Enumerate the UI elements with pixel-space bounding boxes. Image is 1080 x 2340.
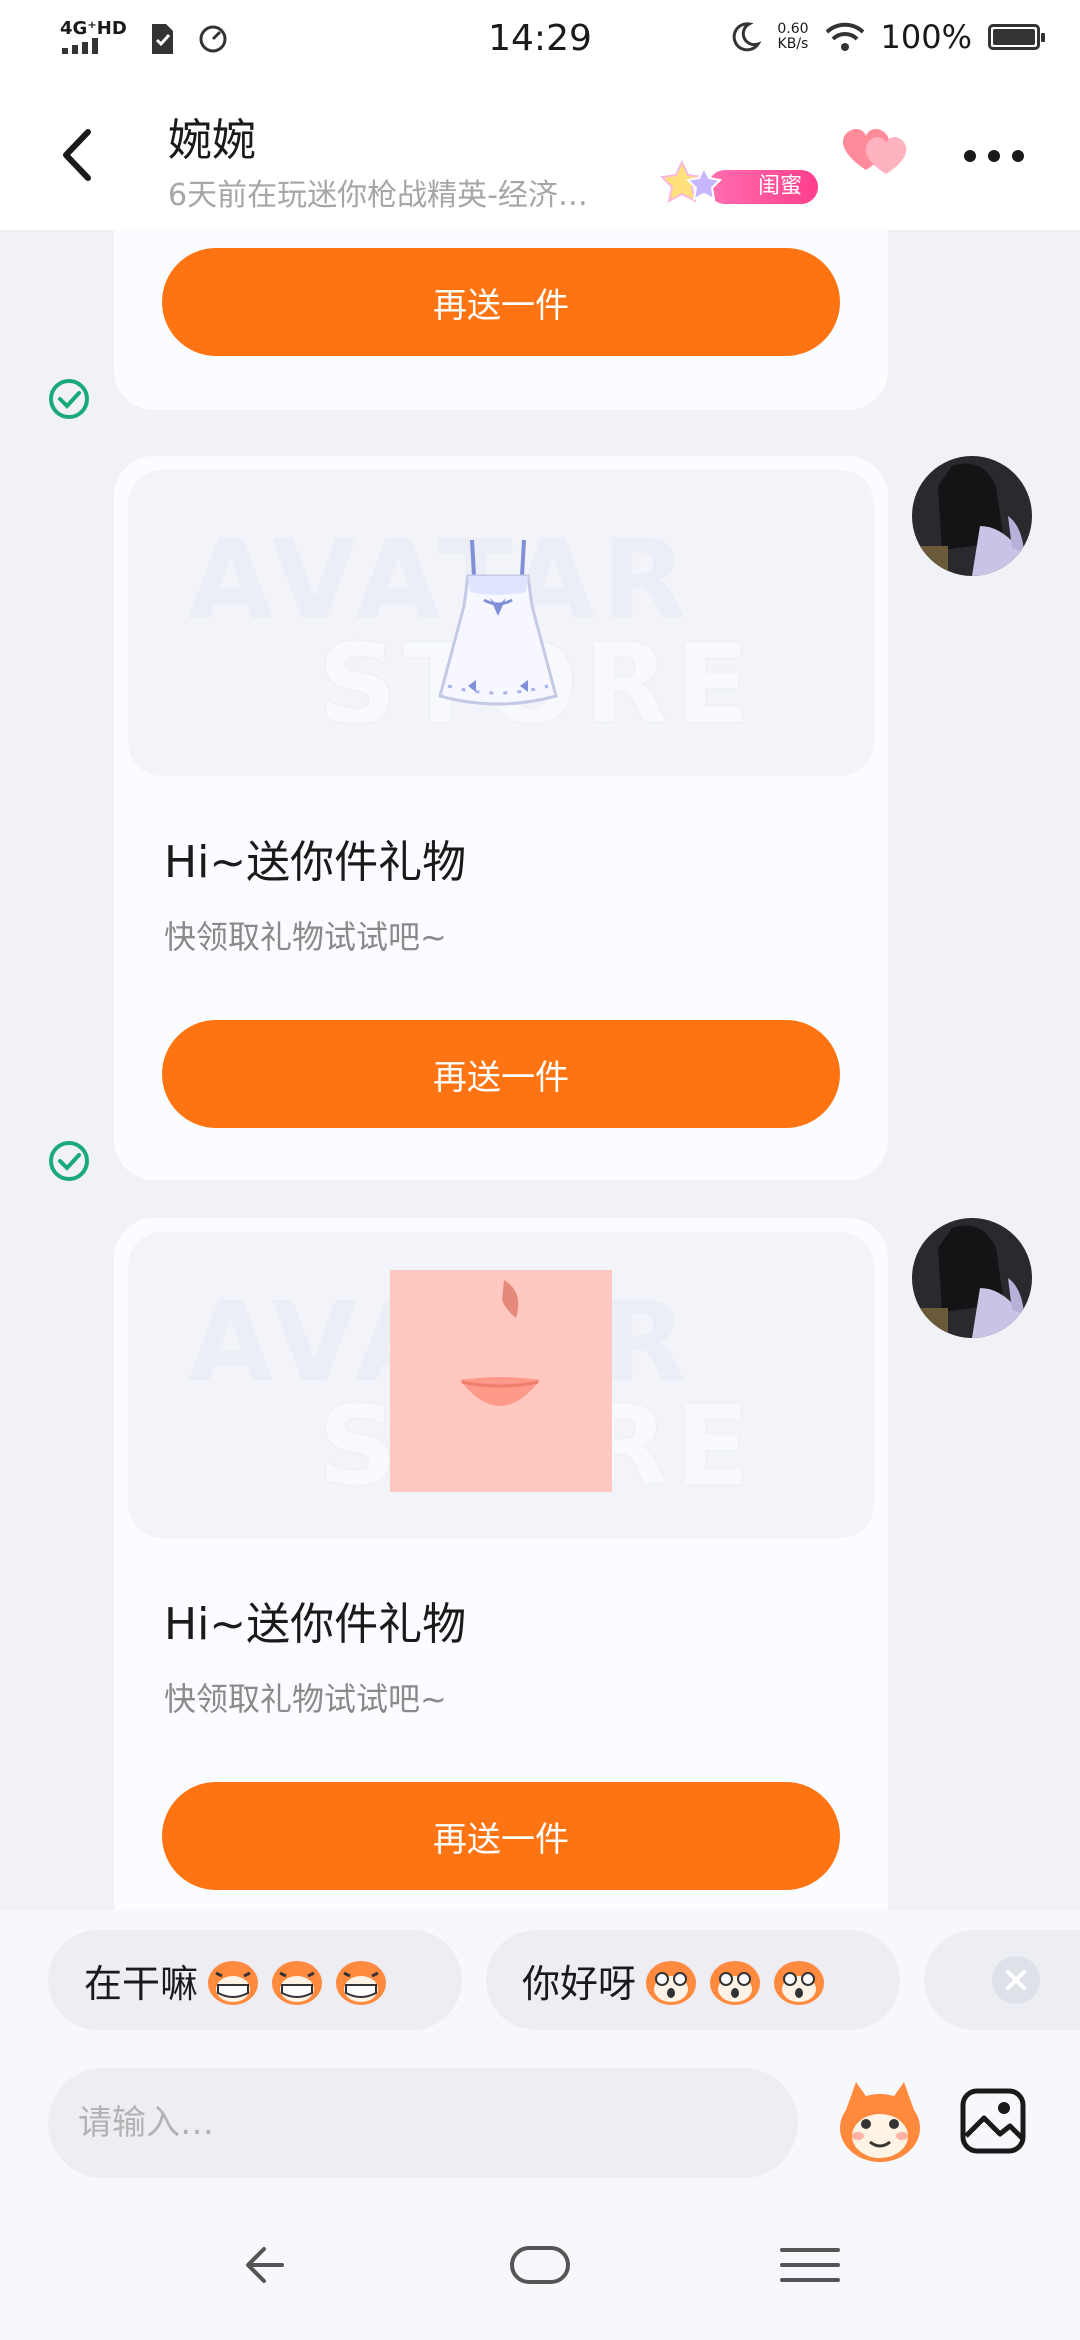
face-mouth-image [390, 1270, 612, 1492]
send-again-button[interactable]: 再送一件 [162, 1020, 840, 1128]
nav-back-icon[interactable] [232, 2230, 312, 2300]
avatar[interactable] [912, 456, 1032, 576]
gift-subtitle: 快领取礼物试试吧~ [164, 918, 447, 956]
back-arrow-icon[interactable] [50, 120, 110, 190]
grinning-squirrel-icon [208, 1961, 259, 2005]
check-circle-icon [49, 1141, 89, 1181]
relation-badge[interactable]: 闺蜜 [660, 158, 820, 208]
status-bar: 4G⁺HD 14:29 0.60 KB/s 100% [0, 0, 1080, 80]
quick-reply-text: 你好呀 [522, 1961, 637, 2006]
gift-title: Hi~送你件礼物 [164, 1599, 467, 1650]
contact-presence: 6天前在玩迷你枪战精英-经济… [168, 178, 588, 213]
dot [964, 150, 976, 162]
moon-icon [733, 22, 762, 52]
squirrel-emoji-icon[interactable] [832, 2072, 928, 2168]
wifi-icon [825, 22, 864, 51]
grinning-squirrel-icon [336, 1961, 387, 2005]
battery-percent: 100% [880, 18, 972, 56]
status-right: 0.60 KB/s 100% [727, 18, 1045, 56]
gift-card: 再送一件 [114, 230, 888, 410]
grinning-squirrel-icon [272, 1961, 323, 2005]
image-icon[interactable] [958, 2086, 1028, 2156]
avatar-photo [912, 456, 1032, 576]
check-circle-icon [49, 379, 89, 419]
quick-reply-chip[interactable]: 你好呀 [486, 1930, 900, 2030]
nav-home-icon[interactable] [500, 2230, 580, 2300]
quick-reply-text: 在干嘛 [84, 1961, 199, 2006]
gift-title: Hi~送你件礼物 [164, 837, 467, 888]
system-nav-bar [0, 2190, 1080, 2340]
gift-card: AVATAR STORE Hi~送你件礼物 快领取礼物试试吧~ 再送一件 [114, 456, 888, 1180]
dot [1012, 150, 1024, 162]
surprised-squirrel-icon [774, 1961, 825, 2005]
speed-value: 0.60 [777, 21, 809, 37]
dot [988, 150, 1000, 162]
more-dots-icon[interactable] [964, 150, 1024, 166]
network-speed: 0.60 KB/s [777, 22, 808, 52]
chat-messages[interactable]: 再送一件 AVATAR STORE Hi~送你件礼物 快领取礼物试试吧~ 再送一… [0, 230, 1080, 1910]
speed-unit: KB/s [777, 36, 809, 52]
surprised-squirrel-icon [646, 1961, 697, 2005]
nav-menu-icon[interactable] [770, 2230, 850, 2300]
contact-name[interactable]: 婉婉 [168, 104, 256, 168]
gift-card: AVATAR STORE Hi~送你件礼物 快领取礼物试试吧~ 再送一件 [114, 1218, 888, 1910]
white-dress-image [438, 539, 558, 706]
send-again-button[interactable]: 再送一件 [162, 1782, 840, 1890]
battery-icon [988, 24, 1045, 50]
quick-reply-chip[interactable]: 在干嘛 [48, 1930, 462, 2030]
gift-preview[interactable]: AVATAR STORE [128, 1232, 874, 1538]
chat-header: 婉婉 6天前在玩迷你枪战精英-经济… 闺蜜 [0, 80, 1080, 230]
intimacy-hearts-icon[interactable] [838, 120, 916, 182]
surprised-squirrel-icon [710, 1961, 761, 2005]
gift-subtitle: 快领取礼物试试吧~ [164, 1680, 447, 1718]
star-friends-icon [660, 159, 723, 203]
close-icon[interactable] [992, 1956, 1040, 2004]
gift-preview[interactable]: AVATAR STORE [128, 470, 874, 776]
send-again-button[interactable]: 再送一件 [162, 248, 840, 356]
quick-replies: 在干嘛 你好呀 [0, 1910, 1080, 2050]
avatar-photo [912, 1218, 1032, 1338]
message-input[interactable] [48, 2068, 798, 2178]
avatar[interactable] [912, 1218, 1032, 1338]
